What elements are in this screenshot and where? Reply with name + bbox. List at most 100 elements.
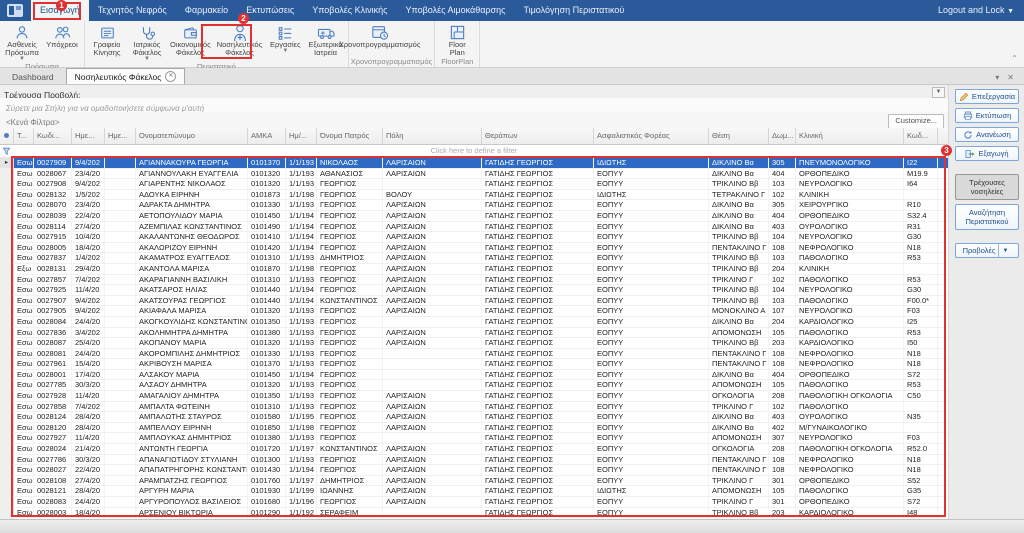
row-indicator-cell [0,486,14,496]
panel-button-4[interactable]: Εξαγωγή [955,146,1019,161]
table-row[interactable]: Εσω002792511/4/20ΑΚΑΤΣΑΡΟΣ ΗΛΙΑΣ01014401… [0,285,948,296]
table-row[interactable]: Εξω002813129/4/20ΑΚΑΝΤΟΛΑ ΜΑΡΙΣΑ01018701… [0,264,948,275]
cell: 1/1/198 [286,423,317,433]
table-row[interactable]: Εσω002812428/4/20ΑΜΠΑΛΩΤΗΣ ΣΤΑΥΡΟΣ010158… [0,412,948,423]
table-row[interactable]: Εσω00278363/4/202ΑΚΟΛΗΜΗΤΡΑ ΔΗΜΗΤΡΑ01013… [0,328,948,339]
table-row[interactable]: Εσω002810827/4/20ΑΡΑΜΠΑΤΖΗΣ ΓΕΩΡΓΙΟΣ0101… [0,476,948,487]
column-header-6[interactable]: ΑΜΚΑ [248,128,286,144]
table-row[interactable]: Εσω002800117/4/20ΑΛΣΑΚΟΥ ΜΑΡΙΑ01014501/1… [0,370,948,381]
view-dropdown-icon[interactable]: ▼ [932,87,945,98]
ribbon-button-wallet[interactable]: Οικονομικός Φάκελος [167,22,214,62]
table-row[interactable]: Εσω002808124/4/20ΑΚΟΡΟΜΠΙΛΗΣ ΔΗΜΗΤΡΙΟΣ01… [0,349,948,360]
group-by-panel[interactable]: Σύρετε μια Στήλη για να ομαδοποιήσετε σύ… [0,98,948,113]
tab-nursing-record[interactable]: Νοσηλευτικός Φάκελος ✕ [66,68,186,84]
ribbon-button-schedule[interactable]: Χρονοπρογραμματισμός [351,22,409,57]
panel-button-6[interactable]: Αναζήτηση Περιστατικού [955,204,1019,230]
table-row[interactable]: Εσω002807023/4/20ΑΔΡΑΚΤΑ ΔΗΜΗΤΡΑ01013301… [0,200,948,211]
cell: 204 [769,264,796,274]
column-header-4[interactable]: Ημε... [105,128,136,144]
panel-button-7[interactable]: Προβολές▼ [955,243,1019,258]
table-row[interactable]: Εσω002778630/3/20ΑΠΑΝΑΓΙΩΤΙΔΟΥ ΣΤΥΛΙΑΝΗ0… [0,455,948,466]
table-row[interactable]: Εσω002778530/3/20ΑΛΣΑΟΥ ΔΗΜΗΤΡΑ01013201/… [0,380,948,391]
table-row[interactable]: Εσω002808324/4/20ΑΡΓΥΡΟΠΟΥΛΟΣ ΒΑΣΙΛΕΙΟΣ0… [0,497,948,508]
column-header-8[interactable]: Όνομα Πατρός [317,128,383,144]
cell: ΟΓΚΟΛΟΓΙΑ [709,391,769,401]
panel-button-2[interactable]: Εκτύπωση [955,108,1019,123]
column-header-12[interactable]: Θέση [709,128,769,144]
column-header-15[interactable]: Κωδ... [904,128,938,144]
cell: ΑΜΑΓΑΛΙΟΥ ΔΗΜΗΤΡΑ [136,391,248,401]
panel-button-3[interactable]: Ανανέωση [955,127,1019,142]
annotation-circle-1: 1 [56,0,67,11]
table-row[interactable]: Εσω002806723/4/20ΑΓΙΑΝΝΟΥΛΑΚΗ ΕΥΑΓΓΕΛΙΑ0… [0,169,948,180]
column-header-7[interactable]: Ημ/... [286,128,317,144]
cell: ΑΚΡΙΒΟΥΣΗ ΜΑΡΙΣΑ [136,359,248,369]
table-row[interactable]: Εσω00279089/4/202ΑΓΙΑΡΕΝΤΗΣ ΝΙΚΟΛΑΟΣ0101… [0,179,948,190]
table-row[interactable]: Εσω00279059/4/202ΑΚΙΑΦΑΛΑ ΜΑΡΙΣΑ01013201… [0,306,948,317]
logout-button[interactable]: Logout and Lock ▼ [928,0,1024,21]
table-row[interactable]: Εσω00278577/4/202ΑΚΑΡΑΓΙΑΝΝΗ ΒΑΣΙΛΙΚΗ010… [0,275,948,286]
table-row[interactable]: Εσω002802421/4/20ΑΝΤΩΝΤΗ ΓΕΩΡΓΙΑ01017201… [0,444,948,455]
table-row[interactable]: Εσω002792811/4/20ΑΜΑΓΑΛΙΟΥ ΔΗΜΗΤΡΑ010135… [0,391,948,402]
table-row[interactable]: Εσω002803922/4/20ΑΕΤΟΠΟΥΛΙΔΟΥ ΜΑΡΙΑ01014… [0,211,948,222]
table-row[interactable]: Εσω002800518/4/20ΑΚΑΛΩΡΙΖΟΥ ΕΙΡΗΝΗ010142… [0,243,948,254]
table-row[interactable]: ▸Εσω00279099/4/202ΑΓΙΑΝΝΑΚΟΥΡΑ ΓΕΩΡΓΙΑ01… [0,158,948,169]
close-tab-icon[interactable]: ✕ [165,71,176,82]
ribbon-button-person[interactable]: Ασθενείς Πρόσωπα▼ [2,22,42,62]
column-header-14[interactable]: Κλινική [796,128,904,144]
cell: ΕΟΠΥΥ [594,433,709,443]
table-row[interactable]: Εσω002808725/4/20ΑΚΟΠΑΝΟΥ ΜΑΡΙΑ01013201/… [0,338,948,349]
table-row[interactable]: Εσω002812028/4/20ΑΜΠΕΛΛΟΥ ΕΙΡΗΝΗ01018501… [0,423,948,434]
column-header-10[interactable]: Θεράπων [482,128,594,144]
ribbon-button-front-desk[interactable]: Γραφείο Κίνησης [87,22,127,62]
cell: 0101310 [248,253,286,263]
table-row[interactable]: Εσω002800318/4/20ΑΡΣΕΝΙΟΥ ΒΙΚΤΩΡΙΑ010129… [0,508,948,519]
column-header-2[interactable]: Κωδι... [34,128,72,144]
ribbon-button-stethoscope[interactable]: Ιατρικός Φάκελος▼ [127,22,167,62]
table-row[interactable]: Εσω00279079/4/202ΑΚΑΤΣΟΥΡΑΣ ΓΕΩΡΓΙΟΣ0101… [0,296,948,307]
cell: 1/1/193 [286,359,317,369]
table-row[interactable]: Εσω002802722/4/20ΑΠΑΠΑΤΡΗΓΟΡΗΣ ΚΩΝΣΤΑΝΤΙ… [0,465,948,476]
column-header-1[interactable]: Τ... [14,128,34,144]
panel-button-5[interactable]: Τρέχουσες νοσηλείες [955,174,1019,200]
table-row[interactable]: Εσω002791510/4/20ΑΚΑΛΑΝΤΩΝΗΣ ΘΕΟΔΩΡΟΣ010… [0,232,948,243]
column-header-11[interactable]: Ασφαλιστικός Φορέας [594,128,709,144]
row-indicator-header[interactable] [0,128,14,144]
panel-button-1[interactable]: Επεξεργασία [955,89,1019,104]
close-document-icon[interactable]: ✕ [1007,73,1014,82]
menu-tab-6[interactable]: Υποβολές Αιμοκάθαρσης [396,0,514,21]
column-header-5[interactable]: Ονοματεπώνυμο [136,128,248,144]
customize-button[interactable]: Customize... [888,114,944,129]
cell: ΑΠΟΜΟΝΩΣΗ [709,380,769,390]
ribbon-button-floorplan[interactable]: Floor Plan [437,22,477,57]
tab-list-dropdown-icon[interactable]: ▾ [995,73,999,82]
table-row[interactable]: Εσω002811427/4/20ΑΖΕΜΠΙΛΑΣ ΚΩΝΣΤΑΝΤΙΝΟΣ0… [0,222,948,233]
tab-dashboard[interactable]: Dashboard [4,70,62,84]
cell: ΕΟΠΥΥ [594,306,709,316]
cell: ΓΑΤΙΔΗΣ ΓΕΩΡΓΙΟΣ [482,296,594,306]
column-header-9[interactable]: Πόλη [383,128,482,144]
table-row[interactable]: Εσω002808424/4/20ΑΚΟΓΚΟΥΛΙΔΗΣ ΚΩΝΣΤΑΝΤΙΝ… [0,317,948,328]
ribbon-button-nurse[interactable]: Νοσηλευτικός Φάκελος [214,22,266,62]
ribbon-button-people[interactable]: Υπόχρεοι [42,22,82,62]
table-row[interactable]: Εσω00278587/4/202ΑΜΠΑΛΤΑ ΦΩΤΕΙΝΗ01013101… [0,402,948,413]
cell: 1/1/193 [286,158,317,168]
table-row[interactable]: Εσω00281321/5/202ΑΔΟΥΚΑ ΕΙΡΗΝΗ01018731/1… [0,190,948,201]
ribbon-collapse-icon[interactable]: ⌃ [1011,54,1018,63]
column-header-13[interactable]: Δωμ... [769,128,796,144]
front-desk-icon [99,24,116,41]
ribbon-button-tasks[interactable]: Εργασίες▼ [265,22,305,62]
column-header-3[interactable]: Ημε... [72,128,105,144]
table-row[interactable]: Εσω00278371/4/202ΑΚΑΜΑΤΡΟΣ ΕΥΑΓΓΕΛΟΣ0101… [0,253,948,264]
row-indicator-cell [0,391,14,401]
table-row[interactable]: Εσω002792711/4/20ΑΜΠΛΟΥΚΑΣ ΔΗΜΗΤΡΙΟΣ0101… [0,433,948,444]
menu-tab-7[interactable]: Τιμολόγηση Περιστατικού [514,0,633,21]
menu-tab-5[interactable]: Υποβολές Κλινικής [303,0,396,21]
table-row[interactable]: Εσω002812128/4/20ΑΡΓΥΡΗ ΜΑΡΙΑ01019301/1/… [0,486,948,497]
cell: ΓΕΩΡΓΙΟΣ [317,275,383,285]
menu-tab-2[interactable]: Τεχνητός Νεφρός [89,0,176,21]
table-row[interactable]: Εσω002796115/4/20ΑΚΡΙΒΟΥΣΗ ΜΑΡΙΣΑ0101370… [0,359,948,370]
grid-filter-row[interactable]: Click here to define a filter [0,145,948,158]
row-indicator-cell [0,243,14,253]
menu-tab-3[interactable]: Φαρμακείο [176,0,237,21]
